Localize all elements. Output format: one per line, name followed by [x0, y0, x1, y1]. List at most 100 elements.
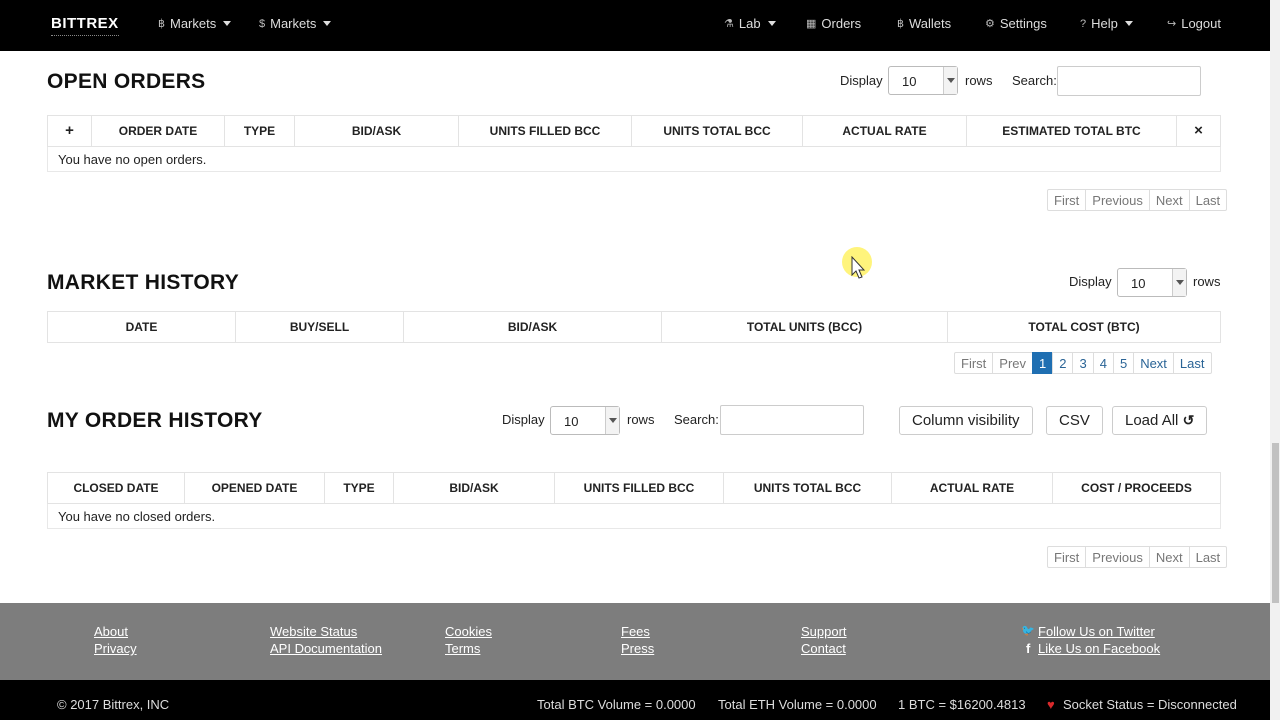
page-last[interactable]: Last — [1188, 546, 1228, 568]
open-orders-rows-label: rows — [965, 73, 993, 88]
csv-button[interactable]: CSV — [1046, 406, 1103, 435]
btc-price: 1 BTC = $16200.4813 — [898, 697, 1026, 712]
nav-logout[interactable]: ↪ Logout — [1167, 16, 1221, 31]
col-units-total[interactable]: UNITS TOTAL BCC — [632, 116, 803, 146]
page-previous[interactable]: Previous — [1085, 546, 1150, 568]
bitcoin-icon: ฿ — [897, 18, 904, 30]
brand-logo[interactable]: BITTREX — [51, 15, 119, 36]
col-order-date[interactable]: ORDER DATE — [92, 116, 225, 146]
bitcoin-icon: ฿ — [158, 18, 165, 30]
footer-link-about[interactable]: About — [94, 624, 128, 639]
footer-link-press[interactable]: Press — [621, 641, 654, 656]
nav-lab[interactable]: ⚗ Lab — [724, 16, 776, 31]
col-actual-rate[interactable]: ACTUAL RATE — [892, 473, 1053, 503]
col-bid-ask[interactable]: BID/ASK — [295, 116, 459, 146]
footer-link-terms[interactable]: Terms — [445, 641, 480, 656]
my-order-history-table-header: CLOSED DATE OPENED DATE TYPE BID/ASK UNI… — [47, 472, 1221, 504]
open-orders-title: OPEN ORDERS — [47, 70, 206, 93]
footer-link-fees[interactable]: Fees — [621, 624, 650, 639]
col-cost-proceeds[interactable]: COST / PROCEEDS — [1053, 473, 1220, 503]
col-actual-rate[interactable]: ACTUAL RATE — [803, 116, 967, 146]
nav-wallets[interactable]: ฿ Wallets — [897, 16, 951, 31]
page-next[interactable]: Next — [1148, 189, 1190, 211]
page-first[interactable]: First — [1047, 189, 1087, 211]
market-history-rows-select[interactable]: 10 — [1117, 268, 1187, 297]
page-1[interactable]: 1 — [1032, 352, 1054, 374]
page-first[interactable]: First — [954, 352, 994, 374]
footer-link-cookies[interactable]: Cookies — [445, 624, 492, 639]
col-buy-sell[interactable]: BUY/SELL — [236, 312, 404, 342]
col-opened-date[interactable]: OPENED DATE — [185, 473, 325, 503]
page-next[interactable]: Next — [1148, 546, 1190, 568]
socket-status: Socket Status = Disconnected — [1063, 697, 1237, 712]
col-units-total[interactable]: UNITS TOTAL BCC — [724, 473, 892, 503]
nav-markets-usd[interactable]: $ Markets — [259, 16, 332, 31]
page-next[interactable]: Next — [1133, 352, 1174, 374]
col-type[interactable]: TYPE — [225, 116, 295, 146]
footer-link-support[interactable]: Support — [801, 624, 847, 639]
page-scrollbar[interactable] — [1270, 0, 1280, 720]
my-order-history-search-label: Search: — [674, 412, 719, 427]
page-previous[interactable]: Previous — [1085, 189, 1150, 211]
col-bid-ask[interactable]: BID/ASK — [394, 473, 555, 503]
page-3[interactable]: 3 — [1072, 352, 1094, 374]
select-value: 10 — [902, 74, 917, 89]
col-bid-ask[interactable]: BID/ASK — [404, 312, 662, 342]
footer: About Privacy Website Status API Documen… — [0, 603, 1270, 680]
chevron-down-icon — [605, 407, 619, 434]
heart-icon: ♥ — [1047, 697, 1055, 712]
load-all-label: Load All — [1125, 412, 1179, 429]
footer-link-facebook[interactable]: Like Us on Facebook — [1038, 641, 1160, 656]
refresh-icon: ↺ — [1182, 412, 1195, 428]
page-last[interactable]: Last — [1172, 352, 1212, 374]
footer-link-contact[interactable]: Contact — [801, 641, 846, 656]
col-estimated-total[interactable]: ESTIMATED TOTAL BTC — [967, 116, 1177, 146]
open-orders-pagination: First Previous Next Last — [1047, 189, 1228, 211]
nav-label: Orders — [821, 16, 862, 31]
nav-label: Lab — [738, 16, 761, 31]
page-first[interactable]: First — [1047, 546, 1087, 568]
nav-label: Help — [1091, 16, 1118, 31]
footer-link-website-status[interactable]: Website Status — [270, 624, 357, 639]
footer-link-api-documentation[interactable]: API Documentation — [270, 641, 382, 656]
flask-icon: ⚗ — [724, 18, 734, 30]
nav-label: Markets — [270, 16, 317, 31]
twitter-icon: 🐦 — [1021, 625, 1035, 637]
col-units-filled[interactable]: UNITS FILLED BCC — [555, 473, 724, 503]
footer-link-twitter[interactable]: Follow Us on Twitter — [1038, 624, 1155, 639]
page-5[interactable]: 5 — [1112, 352, 1135, 374]
col-date[interactable]: DATE — [48, 312, 236, 342]
scrollbar-thumb[interactable] — [1272, 443, 1279, 603]
nav-settings[interactable]: ⚙ Settings — [985, 16, 1047, 31]
eth-volume: Total ETH Volume = 0.0000 — [718, 697, 877, 712]
open-orders-display-label: Display — [840, 73, 883, 88]
column-visibility-button[interactable]: Column visibility — [899, 406, 1033, 435]
col-total-units[interactable]: TOTAL UNITS (BCC) — [662, 312, 948, 342]
calendar-icon: ▦ — [806, 18, 817, 30]
chevron-down-icon — [943, 67, 957, 94]
nav-markets-btc[interactable]: ฿ Markets — [158, 16, 232, 31]
nav-help[interactable]: ? Help — [1080, 16, 1133, 31]
open-orders-rows-select[interactable]: 10 — [888, 66, 958, 95]
my-order-history-search-input[interactable] — [720, 405, 864, 435]
my-order-history-rows-select[interactable]: 10 — [550, 406, 620, 435]
open-orders-search-input[interactable] — [1057, 66, 1201, 96]
close-icon[interactable]: × — [1177, 116, 1220, 146]
page-2[interactable]: 2 — [1052, 352, 1074, 374]
expand-all-icon[interactable]: + — [48, 116, 92, 146]
col-type[interactable]: TYPE — [325, 473, 394, 503]
page-4[interactable]: 4 — [1092, 352, 1114, 374]
my-order-history-empty-row: You have no closed orders. — [47, 504, 1221, 529]
my-order-history-pagination: First Previous Next Last — [1047, 546, 1228, 568]
help-icon: ? — [1080, 17, 1087, 30]
page-prev[interactable]: Prev — [992, 352, 1034, 374]
market-history-display-label: Display — [1069, 274, 1112, 289]
nav-orders[interactable]: ▦ Orders — [806, 16, 861, 31]
col-units-filled[interactable]: UNITS FILLED BCC — [459, 116, 632, 146]
footer-link-privacy[interactable]: Privacy — [94, 641, 137, 656]
page-last[interactable]: Last — [1188, 189, 1228, 211]
gear-icon: ⚙ — [985, 18, 995, 30]
col-closed-date[interactable]: CLOSED DATE — [48, 473, 185, 503]
col-total-cost[interactable]: TOTAL COST (BTC) — [948, 312, 1220, 342]
load-all-button[interactable]: Load All ↺ — [1112, 406, 1208, 435]
